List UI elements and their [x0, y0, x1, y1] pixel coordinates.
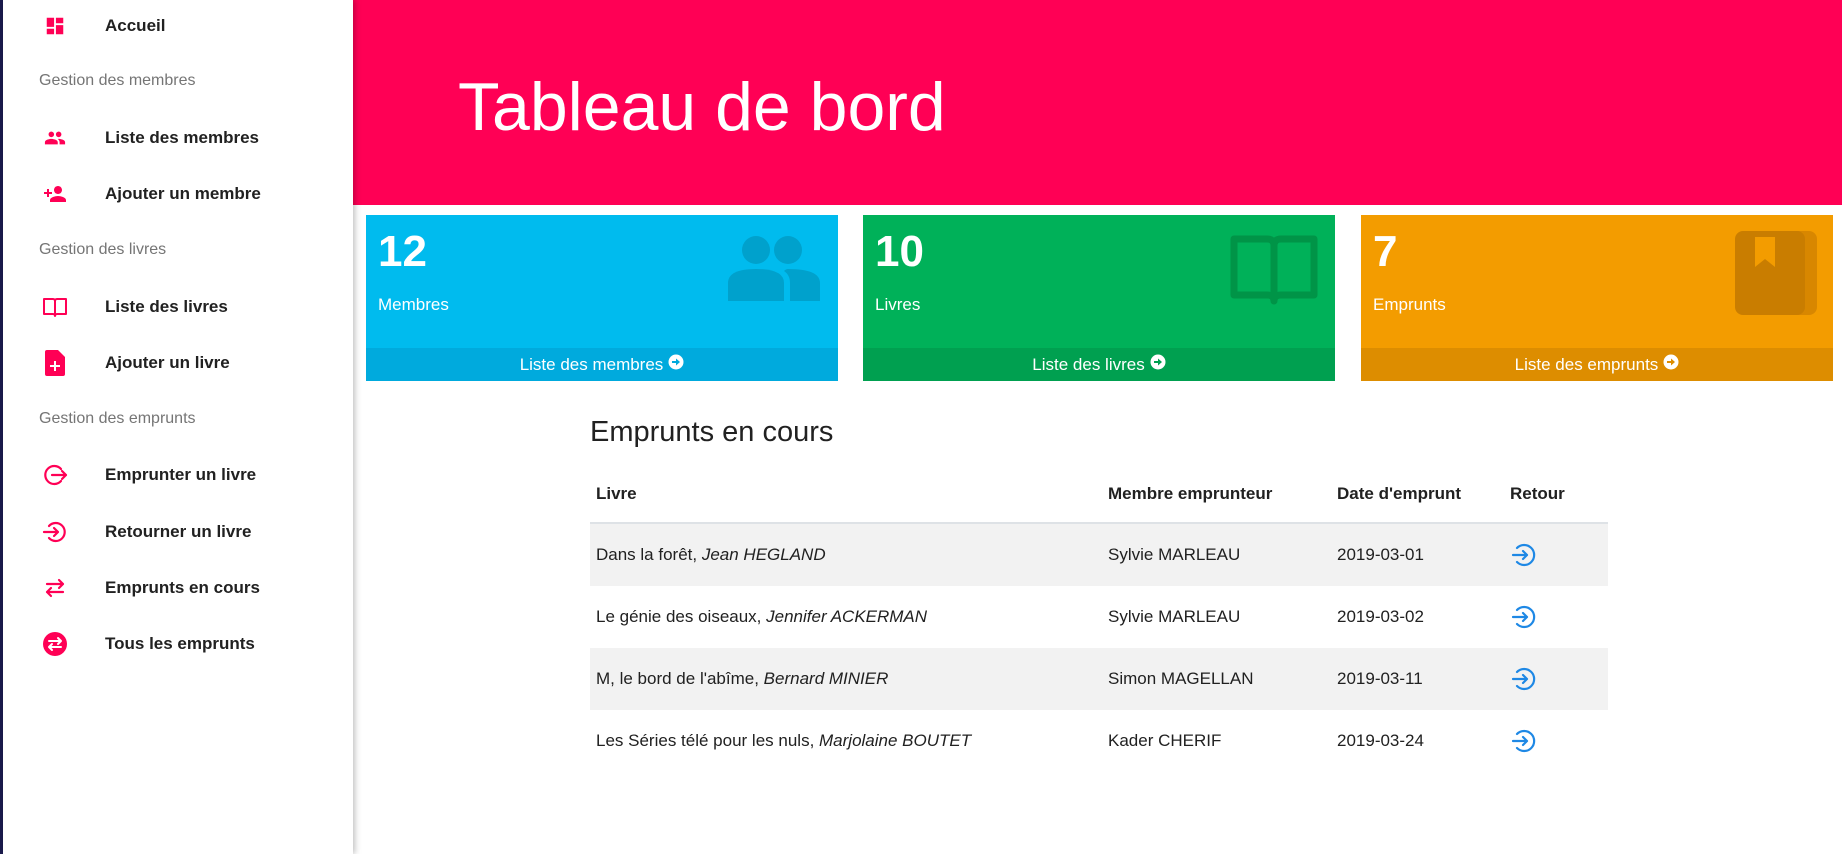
arrow-circle-right-icon: [668, 354, 684, 375]
sidebar-item-label: Liste des membres: [105, 128, 260, 147]
card-link-label: Liste des emprunts: [1514, 354, 1659, 374]
return-cell: [1504, 586, 1608, 648]
bookmark-book-icon: [1735, 231, 1817, 320]
sidebar-section-books: Gestion des livres: [39, 241, 167, 258]
table-row: Le génie des oiseaux, Jennifer ACKERMAN …: [590, 586, 1608, 648]
sidebar-item-label: Tous les emprunts: [105, 634, 255, 653]
book-title: Le génie des oiseaux,: [596, 607, 767, 626]
sidebar-item-label: Emprunts en cours: [105, 578, 260, 597]
date-cell: 2019-03-02: [1337, 607, 1424, 626]
table-row: M, le bord de l'abîme, Bernard MINIER Si…: [590, 648, 1608, 710]
return-book-icon[interactable]: [1510, 542, 1536, 568]
sidebar-item-label: Ajouter un membre: [105, 184, 261, 203]
link-liste-membres[interactable]: Liste des membres: [366, 348, 838, 381]
book-author: Jean HEGLAND: [701, 545, 826, 564]
sidebar-item-emprunts-en-cours[interactable]: Emprunts en cours: [3, 568, 353, 608]
table-header-row: Livre Membre emprunteur Date d'emprunt R…: [590, 466, 1608, 524]
page-header: Tableau de bord: [353, 0, 1842, 205]
return-cell: [1504, 648, 1608, 710]
book-title: Dans la forêt,: [596, 545, 702, 564]
date-cell: 2019-03-11: [1337, 669, 1423, 688]
sidebar-item-accueil[interactable]: Accueil: [3, 6, 353, 46]
stat-count: 12: [378, 227, 427, 276]
book-title: Les Séries télé pour les nuls,: [596, 731, 820, 750]
sidebar-item-ajouter-membre[interactable]: Ajouter un membre: [3, 174, 353, 214]
sidebar-section-members: Gestion des membres: [39, 72, 196, 89]
table-row: Dans la forêt, Jean HEGLAND Sylvie MARLE…: [590, 523, 1608, 586]
book-open-icon: [1229, 231, 1319, 312]
sidebar: Accueil Gestion des membres Liste des me…: [3, 0, 353, 854]
stat-label: Membres: [378, 295, 449, 314]
return-book-icon[interactable]: [1510, 604, 1536, 630]
sign-out-icon: [41, 461, 69, 489]
return-book-icon[interactable]: [1510, 728, 1536, 754]
stat-count: 10: [875, 227, 924, 276]
dashboard-icon: [41, 12, 69, 40]
section-title: Emprunts en cours: [590, 416, 834, 448]
stat-count: 7: [1373, 227, 1398, 276]
book-author: Bernard MINIER: [763, 669, 889, 688]
member-cell: Sylvie MARLEAU: [1108, 545, 1241, 564]
book-author: Jennifer ACKERMAN: [766, 607, 928, 626]
card-link-label: Liste des membres: [519, 354, 664, 374]
people-icon: [41, 124, 69, 152]
stat-label: Emprunts: [1373, 295, 1446, 314]
column-header: Livre: [590, 466, 1102, 524]
book-open-icon: [41, 293, 69, 321]
return-cell: [1504, 710, 1608, 772]
sidebar-item-label: Accueil: [105, 16, 166, 35]
sidebar-section-loans: Gestion des emprunts: [39, 410, 196, 427]
person-add-icon: [41, 180, 69, 208]
sidebar-item-retourner[interactable]: Retourner un livre: [3, 512, 353, 552]
book-cell: Les Séries télé pour les nuls, Marjolain…: [590, 710, 1102, 772]
stat-card-loans: 7 Emprunts Liste des emprunts: [1361, 215, 1833, 381]
sidebar-item-label: Ajouter un livre: [105, 353, 230, 372]
date-cell: 2019-03-24: [1337, 731, 1424, 750]
link-liste-emprunts[interactable]: Liste des emprunts: [1361, 348, 1833, 381]
sidebar-item-liste-membres[interactable]: Liste des membres: [3, 118, 353, 158]
date-cell: 2019-03-01: [1337, 545, 1424, 564]
people-icon: [726, 231, 822, 306]
book-title: M, le bord de l'abîme,: [596, 669, 764, 688]
card-link-label: Liste des livres: [1032, 354, 1145, 374]
link-liste-livres[interactable]: Liste des livres: [863, 348, 1335, 381]
book-author: Marjolaine BOUTET: [819, 731, 972, 750]
sidebar-item-tous-emprunts[interactable]: Tous les emprunts: [3, 624, 353, 664]
sidebar-item-label: Liste des livres: [105, 297, 228, 316]
arrow-circle-right-icon: [1150, 354, 1166, 375]
swap-arrows-icon: [41, 574, 69, 602]
book-cell: Dans la forêt, Jean HEGLAND: [590, 523, 1102, 586]
swap-circle-icon: [41, 630, 69, 658]
stat-card-books: 10 Livres Liste des livres: [863, 215, 1335, 381]
return-cell: [1504, 523, 1608, 586]
book-cell: Le génie des oiseaux, Jennifer ACKERMAN: [590, 586, 1102, 648]
sidebar-item-label: Retourner un livre: [105, 522, 252, 541]
member-cell: Sylvie MARLEAU: [1108, 607, 1241, 626]
column-header: Date d'emprunt: [1331, 466, 1504, 524]
column-header: Membre emprunteur: [1102, 466, 1331, 524]
file-add-icon: [41, 349, 69, 377]
page-title: Tableau de bord: [458, 69, 946, 145]
stat-card-members: 12 Membres Liste des membres: [366, 215, 838, 381]
sign-in-icon: [41, 518, 69, 546]
sidebar-item-label: Emprunter un livre: [105, 465, 257, 484]
loans-table: Livre Membre emprunteur Date d'emprunt R…: [590, 466, 1608, 772]
table-row: Les Séries télé pour les nuls, Marjolain…: [590, 710, 1608, 772]
arrow-circle-right-icon: [1663, 354, 1679, 375]
member-cell: Simon MAGELLAN: [1108, 669, 1254, 688]
sidebar-item-ajouter-livre[interactable]: Ajouter un livre: [3, 343, 353, 383]
sidebar-item-emprunter[interactable]: Emprunter un livre: [3, 455, 353, 495]
sidebar-item-liste-livres[interactable]: Liste des livres: [3, 287, 353, 327]
member-cell: Kader CHERIF: [1108, 731, 1222, 750]
book-cell: M, le bord de l'abîme, Bernard MINIER: [590, 648, 1102, 710]
stat-label: Livres: [875, 295, 921, 314]
return-book-icon[interactable]: [1510, 666, 1536, 692]
column-header: Retour: [1504, 466, 1608, 524]
